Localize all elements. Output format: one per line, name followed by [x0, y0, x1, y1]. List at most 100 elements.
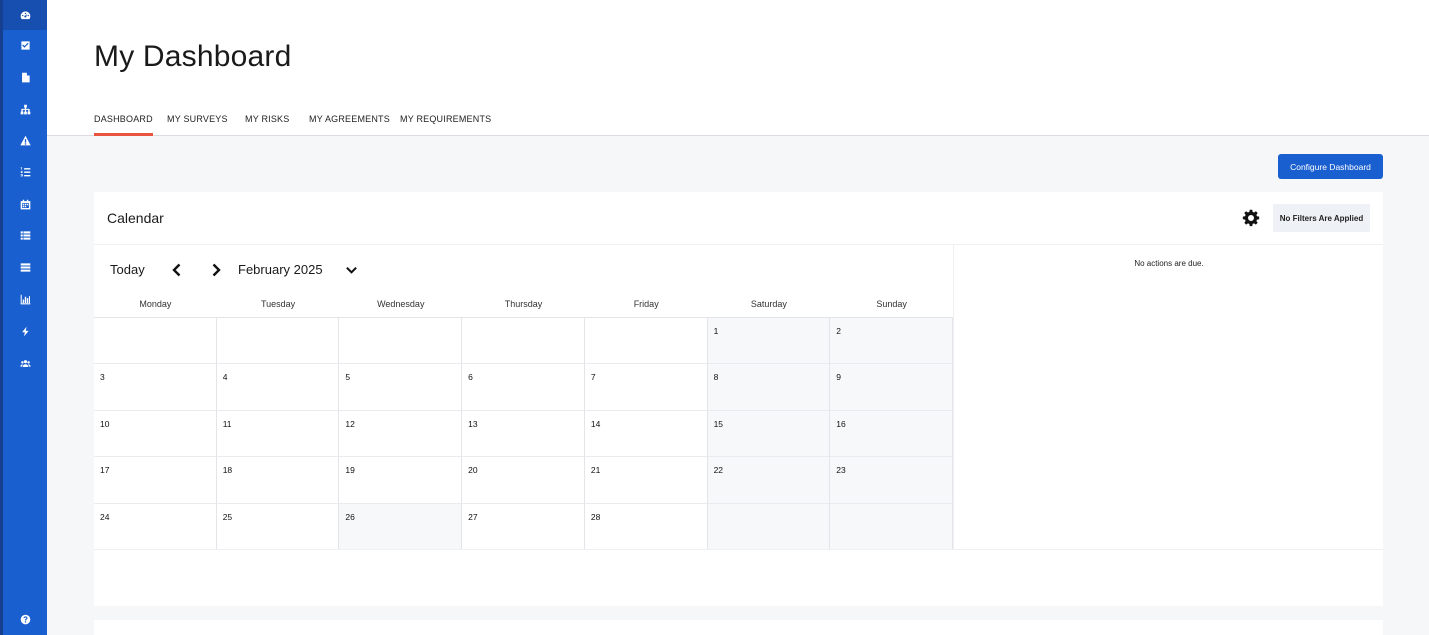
sidebar-item-ordered-list[interactable]	[3, 156, 47, 186]
day-number: 13	[468, 418, 478, 429]
calendar-day-cell[interactable]	[830, 503, 953, 550]
calendar-day-cell[interactable]	[584, 318, 708, 365]
calendar-day-cell[interactable]	[707, 503, 831, 550]
calendar-toolbar: Today February 2025	[94, 245, 953, 295]
calendar-day-cell[interactable]: 12	[339, 410, 463, 458]
day-number: 4	[222, 372, 228, 383]
day-number: 20	[468, 465, 478, 476]
users-icon	[19, 359, 31, 367]
calendar-day-cell[interactable]: 25	[216, 503, 340, 550]
calendar-day-cell[interactable]: 4	[216, 364, 340, 411]
weekday-label: Sunday	[876, 299, 907, 309]
day-number: 24	[100, 511, 110, 522]
sidebar-item-users[interactable]	[3, 348, 47, 378]
calendar-day-cell[interactable]: 21	[584, 457, 708, 504]
bar-chart-icon	[20, 294, 30, 304]
day-number: 23	[836, 465, 846, 476]
dashboard-gauge-icon	[20, 10, 30, 19]
calendar-day-cell[interactable]	[339, 318, 463, 365]
tab-my-surveys[interactable]: MY SURVEYS	[167, 114, 228, 136]
calendar-day-cell[interactable]: 15	[707, 410, 831, 458]
calendar-day-cell[interactable]: 1	[707, 318, 831, 365]
calendar-day-cell[interactable]: 22	[707, 457, 831, 504]
sidebar-item-organization[interactable]	[3, 94, 47, 124]
bolt-icon	[21, 326, 29, 336]
month-label[interactable]: February 2025	[238, 262, 323, 277]
sidebar-item-automation[interactable]	[3, 316, 47, 346]
list-icon	[20, 230, 30, 240]
day-number: 3	[100, 372, 105, 383]
calendar-day-cell[interactable]: 6	[462, 364, 585, 411]
calendar-day-cell[interactable]: 18	[216, 457, 340, 504]
weekday-header-row: Monday Tuesday Wednesday Thursday Friday Satu…	[94, 299, 953, 317]
calendar-day-cell[interactable]: 8	[707, 364, 831, 411]
tab-my-requirements[interactable]: MY REQUIREMENTS	[400, 114, 491, 136]
calendar-day-cell[interactable]: 27	[462, 503, 585, 550]
calendar-day-cell[interactable]: 9	[830, 364, 953, 411]
next-widget-card	[94, 620, 1383, 635]
calendar-day-cell[interactable]: 19	[339, 457, 463, 504]
today-button[interactable]: Today	[110, 262, 145, 277]
calendar-day-cell[interactable]: 10	[94, 410, 217, 458]
sidebar-item-documents[interactable]	[3, 62, 47, 92]
page-header: My Dashboard DASHBOARD MY SURVEYS MY RIS…	[47, 0, 1429, 136]
sidebar-item-calendar[interactable]	[3, 189, 47, 219]
calendar-day-cell[interactable]: 13	[462, 410, 585, 458]
calendar-day-cell[interactable]: 2	[830, 318, 953, 365]
sidebar-item-reports[interactable]	[3, 284, 47, 314]
day-number: 8	[713, 372, 719, 383]
sidebar-item-list[interactable]	[3, 220, 47, 250]
gear-icon[interactable]	[1242, 209, 1260, 227]
weekday-label: Friday	[633, 299, 659, 309]
calendar-day-cell[interactable]: 23	[830, 457, 953, 504]
calendar-day-cell[interactable]: 16	[830, 410, 953, 458]
calendar-day-cell[interactable]: 3	[94, 364, 217, 411]
calendar-card: Calendar No Filters Are Applied Today Fe…	[94, 192, 1383, 606]
chevron-down-icon[interactable]	[345, 263, 358, 277]
tab-dashboard[interactable]: DASHBOARD	[94, 114, 153, 136]
weekday-label: Wednesday	[377, 299, 425, 309]
day-number: 16	[836, 418, 846, 429]
checkbox-icon	[20, 40, 30, 50]
day-number: 11	[222, 418, 232, 429]
weekday-label: Saturday	[750, 299, 787, 309]
chevron-right-icon[interactable]	[210, 263, 222, 277]
warning-icon	[19, 135, 31, 145]
sidebar-item-tasks[interactable]	[3, 30, 47, 60]
sidebar-item-dashboard[interactable]	[3, 0, 47, 30]
empty-state-text: No actions are due.	[1134, 259, 1204, 268]
calendar-day-cell[interactable]: 17	[94, 457, 217, 504]
calendar-day-cell[interactable]: 20	[462, 457, 585, 504]
day-number: 6	[468, 372, 473, 383]
sidebar-item-help[interactable]	[3, 604, 47, 634]
tab-my-agreements[interactable]: MY AGREEMENTS	[309, 114, 390, 136]
day-number: 19	[345, 465, 355, 476]
filter-status-badge[interactable]: No Filters Are Applied	[1273, 204, 1370, 232]
day-number: 9	[836, 372, 842, 383]
help-icon	[20, 614, 30, 624]
calendar-day-cell[interactable]	[94, 318, 217, 365]
weekday-label: Monday	[139, 299, 172, 309]
calendar-day-cell[interactable]: 11	[216, 410, 340, 458]
calendar-day-cell[interactable]	[216, 318, 340, 365]
calendar-day-cell[interactable]	[462, 318, 585, 365]
day-number: 18	[222, 465, 233, 476]
calendar-day-cell[interactable]: 28	[584, 503, 708, 550]
calendar-day-cell[interactable]: 5	[339, 364, 463, 411]
calendar-day-cell[interactable]: 24	[94, 503, 217, 550]
sidebar-item-risks[interactable]	[3, 125, 47, 155]
tab-my-risks[interactable]: MY RISKS	[245, 114, 289, 136]
configure-dashboard-button[interactable]: Configure Dashboard	[1278, 154, 1383, 179]
weekday-label: Thursday	[504, 299, 543, 309]
calendar-grid: 1 2 3 4 5 6 7 8 9 10 11 12 13 14 15 16 17 18 19 20 21 22 23 24 2…	[94, 317, 953, 550]
list-ordered-icon	[20, 166, 30, 176]
calendar-day-cell[interactable]: 7	[584, 364, 708, 411]
card-list-icon	[20, 262, 30, 272]
calendar-day-cell[interactable]: 14	[584, 410, 708, 458]
day-number: 5	[345, 372, 351, 383]
page-title: My Dashboard	[94, 40, 292, 73]
actions-panel: No actions are due.	[953, 245, 1383, 549]
calendar-day-cell[interactable]: 26	[339, 503, 463, 550]
chevron-left-icon[interactable]	[171, 263, 183, 277]
sidebar-item-cards[interactable]	[3, 252, 47, 282]
